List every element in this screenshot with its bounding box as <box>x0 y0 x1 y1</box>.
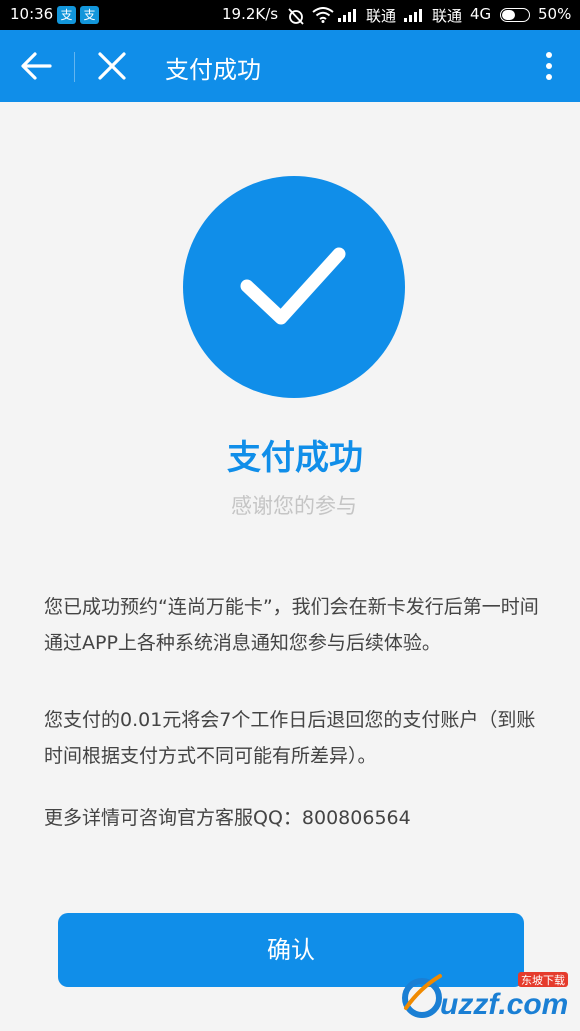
page-title: 支付成功 <box>165 56 261 84</box>
carrier-1: 联通 <box>366 7 397 25</box>
network-speed: 19.2K/s <box>222 5 279 23</box>
network-type: 4G <box>470 5 492 23</box>
more-menu-button[interactable] <box>534 48 564 84</box>
wifi-icon <box>312 7 334 23</box>
svg-text:uzzf.com: uzzf.com <box>440 988 568 1021</box>
alipay-badge-icon: 支 <box>80 6 99 24</box>
battery-percent: 50% <box>538 5 572 23</box>
customer-service-message: 更多详情可咨询官方客服QQ：800806564 <box>44 807 411 829</box>
result-title: 支付成功 <box>227 438 363 478</box>
close-icon <box>98 52 126 80</box>
checkmark-icon <box>240 247 346 325</box>
result-subtitle: 感谢您的参与 <box>231 494 357 518</box>
alarm-mute-icon <box>288 8 304 25</box>
success-circle <box>183 176 405 398</box>
header-divider <box>74 52 75 82</box>
app-header: 支付成功 <box>0 30 580 102</box>
back-arrow-icon <box>21 52 52 80</box>
refund-message: 您支付的0.01元将会7个工作日后退回您的支付账户（到账时间根据支付方式不同可能… <box>44 709 536 767</box>
svg-text:东坡下载: 东坡下载 <box>521 974 565 987</box>
status-time: 10:36 <box>10 5 54 23</box>
battery-icon <box>500 8 530 22</box>
reservation-message: 您已成功预约“连尚万能卡”，我们会在新卡发行后第一时间通过APP上各种系统消息通… <box>44 596 539 654</box>
signal-icon <box>338 9 356 22</box>
signal-icon <box>404 9 422 22</box>
uzzf-watermark-logo: uzzf.com 东坡下载 <box>402 972 568 1021</box>
more-vertical-icon <box>546 52 552 80</box>
back-button[interactable] <box>16 48 56 84</box>
close-button[interactable] <box>94 48 130 84</box>
status-bar: 10:36 支 支 19.2K/s 联通 联通 4G 50% <box>0 0 580 30</box>
carrier-2: 联通 <box>432 7 463 25</box>
alipay-badge-icon: 支 <box>57 6 76 24</box>
